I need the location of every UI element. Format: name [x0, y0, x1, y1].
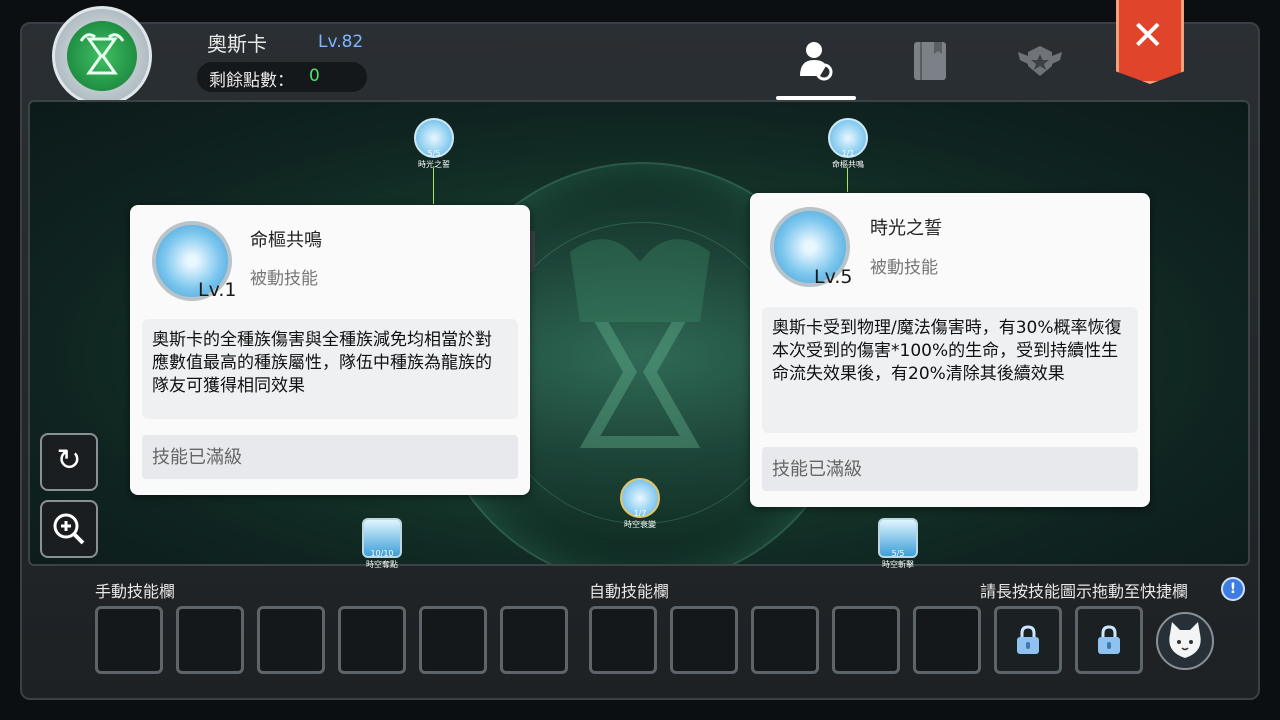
tab-skill-book[interactable]: [908, 38, 952, 82]
tree-link: [847, 168, 848, 192]
locked-skill-slot[interactable]: [994, 606, 1062, 674]
manual-skill-bar-label: 手動技能欄: [95, 582, 176, 601]
drag-hint: 請長按技能圖示拖動至快捷欄: [980, 582, 1189, 601]
close-button[interactable]: ✕: [1116, 0, 1184, 84]
skill-node-name: 時空奪點: [366, 560, 398, 569]
info-icon[interactable]: !: [1221, 577, 1245, 601]
dragon-hourglass-emblem-icon: [67, 21, 137, 91]
background-emblem: [570, 239, 710, 448]
skill-node-name: 時空衰變: [624, 520, 656, 529]
zoom-in-icon: [53, 513, 85, 545]
character-level: Lv.82: [318, 32, 364, 52]
lock-icon: [1098, 625, 1120, 654]
tree-link: [433, 168, 434, 204]
book-icon: [914, 42, 946, 80]
skill-level: Lv.5: [814, 266, 853, 288]
close-icon: ✕: [1131, 13, 1165, 59]
skill-node-level: 1/7: [633, 509, 647, 518]
tab-rank[interactable]: [1016, 38, 1062, 82]
skill-title: 時光之誓: [870, 218, 942, 239]
character-name: 奧斯卡: [207, 32, 267, 56]
manual-skill-slot[interactable]: [419, 606, 487, 674]
skill-detail-panel-left: Lv.1 命樞共鳴 被動技能 奧斯卡的全種族傷害與全種族減免均相當於對應數值最高…: [130, 205, 530, 495]
auto-skill-slot[interactable]: [832, 606, 900, 674]
skill-node-name: 時空斬擊: [882, 560, 914, 569]
rank-badge-icon: [1018, 46, 1062, 76]
skill-title: 命樞共鳴: [250, 230, 322, 251]
skill-detail-panel-right: Lv.5 時光之誓 被動技能 奧斯卡受到物理/魔法傷害時，有30%概率恢復本次受…: [750, 193, 1150, 507]
skill-node-name: 時光之誓: [418, 160, 450, 169]
manual-skill-slot[interactable]: [176, 606, 244, 674]
manual-skill-slot[interactable]: [257, 606, 325, 674]
skill-description: 奧斯卡受到物理/魔法傷害時，有30%概率恢復本次受到的傷害*100%的生命，受到…: [762, 307, 1138, 433]
skill-node-level: 5/5: [891, 549, 905, 558]
skill-status: 技能已滿級: [762, 447, 1138, 491]
skill-type: 被動技能: [870, 258, 938, 278]
manual-skill-slot[interactable]: [338, 606, 406, 674]
cat-icon: [1169, 622, 1201, 658]
skill-node-level: 10/10: [370, 549, 394, 558]
auto-skill-slot[interactable]: [670, 606, 738, 674]
pet-slot[interactable]: [1156, 612, 1214, 670]
skill-status: 技能已滿級: [142, 435, 518, 479]
character-emblem: [52, 6, 152, 106]
character-skill-icon: [800, 42, 833, 81]
reset-button[interactable]: ↻: [40, 433, 98, 491]
locked-skill-slot[interactable]: [1075, 606, 1143, 674]
skill-node-level: 5/5: [427, 149, 441, 158]
skill-node-name: 命樞共鳴: [832, 160, 864, 169]
manual-skill-slot[interactable]: [95, 606, 163, 674]
reset-icon: ↻: [56, 443, 82, 478]
manual-skill-slot[interactable]: [500, 606, 568, 674]
auto-skill-bar-label: 自動技能欄: [589, 582, 670, 601]
zoom-button[interactable]: [40, 500, 98, 558]
skill-level: Lv.1: [198, 279, 237, 301]
skill-description: 奧斯卡的全種族傷害與全種族減免均相當於對應數值最高的種族屬性，隊伍中種族為龍族的…: [142, 319, 518, 419]
skill-node-level: 1/1: [841, 149, 855, 158]
auto-skill-slot[interactable]: [589, 606, 657, 674]
tab-character-skills[interactable]: [794, 38, 838, 82]
auto-skill-slot[interactable]: [751, 606, 819, 674]
auto-skill-slot[interactable]: [913, 606, 981, 674]
skill-type: 被動技能: [250, 269, 318, 289]
skill-points-label: 剩餘點數：: [209, 71, 294, 91]
lock-icon: [1017, 625, 1039, 654]
skill-points-value: 0: [309, 66, 320, 86]
